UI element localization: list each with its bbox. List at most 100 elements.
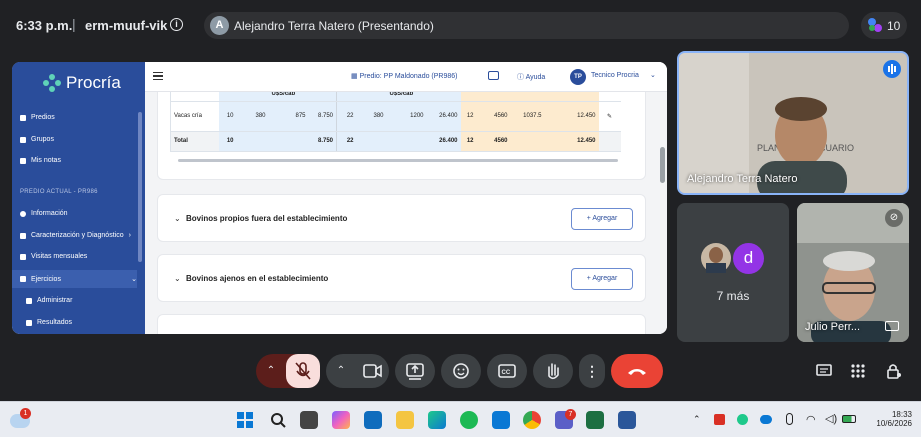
participant-video: PLAN CUARIO [679,53,907,193]
row-label: Vacas cría [170,101,219,132]
table-cell: 26.400 [426,101,461,132]
volume-icon[interactable]: ◁) [825,412,837,425]
tray-app-icon[interactable] [714,414,725,425]
participant-tile-more[interactable]: d 7 más [677,203,789,342]
tray-edge-icon[interactable] [737,414,748,425]
app-logo[interactable]: Procría [12,62,145,104]
sidebar-item-predios[interactable]: Predios [20,114,55,121]
chat-icon[interactable] [488,71,499,80]
search-icon[interactable] [269,411,287,429]
meeting-time: 6:33 p.m. [16,18,73,33]
chevron-up-icon[interactable]: ⌃ [326,354,356,388]
sidebar-item-label: Grupos [31,136,54,143]
user-avatar[interactable]: TP [570,69,586,85]
edit-icon[interactable]: ✎ [598,101,621,132]
presenter-pill[interactable]: A Alejandro Terra Natero (Presentando) [204,12,849,39]
battery-icon[interactable] [842,415,856,423]
chevron-down-icon[interactable]: ⌄ [174,274,181,283]
svg-text:CC: CC [502,370,511,376]
windows-taskbar: 1 7 ⌃ ◠ ◁) 18:33 10/6/2026 [0,401,921,437]
shared-screen: Procría Predios Grupos Mis notas PREDIO … [12,62,667,334]
presenter-avatar: A [210,16,229,35]
teams-badge: 7 [565,409,576,420]
predio-selector[interactable]: ▦ Predio: PP Maldonado (PR986) [351,72,458,80]
chrome-icon[interactable] [523,411,541,429]
chevron-up-icon[interactable]: ⌃ [256,354,286,388]
sidebar-item-grupos[interactable]: Grupos [20,136,54,143]
mic-toggle-button[interactable] [286,354,320,388]
chevron-down-icon[interactable]: ⌄ [174,214,181,223]
wifi-icon[interactable]: ◠ [806,413,816,426]
word-icon[interactable] [618,411,636,429]
column-header: U$S/cab [268,92,309,102]
sidebar-item-administrar[interactable]: Administrar [26,297,72,304]
store-icon[interactable] [364,411,382,429]
table-cell: 10 [218,101,237,132]
add-button[interactable]: + Agregar [571,208,633,230]
info-icon[interactable]: i [170,18,183,31]
onedrive-icon[interactable] [760,415,772,424]
activities-button[interactable] [850,363,866,379]
sidebar-item-label: Administrar [37,297,73,304]
file-explorer-icon[interactable] [396,411,414,429]
table-cell [236,131,269,152]
participant-tile-julio[interactable]: ⊘ Julio Perr... [797,203,909,342]
raise-hand-button[interactable] [533,354,573,388]
grid-icon [20,136,26,143]
copilot-icon[interactable] [332,411,350,429]
start-icon[interactable] [236,411,254,429]
pip-icon[interactable] [885,321,899,331]
sidebar-item-label: Visitas mensuales [31,253,88,260]
table-cell: 22 [336,131,357,152]
sidebar-item-resultados[interactable]: Resultados [26,319,72,326]
sidebar-item-informacion[interactable]: Información [20,210,68,217]
chevron-up-icon[interactable]: ⌃ [693,414,701,425]
table-cell: 22 [336,101,357,132]
participants-button[interactable]: 10 [861,12,907,39]
hang-up-icon [628,369,646,375]
sidebar-item-visitas[interactable]: Visitas mensuales [20,253,87,260]
microphone-icon[interactable] [786,413,793,425]
section-title[interactable]: Bovinos ajenos en el establecimiento [186,274,328,283]
sidebar-scrollbar[interactable] [138,112,142,262]
meeting-code: erm-muuf-vik [85,18,168,33]
table-cell: 10 [218,131,237,152]
section-card: ⌄ Bovinos propios fuera del establecimie… [157,194,646,242]
mic-off-icon [295,362,311,380]
spotify-icon[interactable] [460,411,478,429]
captions-button[interactable]: CC [487,354,527,388]
hamburger-menu-icon[interactable] [153,72,163,80]
participant-tile-main[interactable]: PLAN CUARIO Alejandro Terra Natero [677,51,909,195]
folder-icon [20,232,26,239]
sidebar-item-ejercicios[interactable]: Ejercicios ⌄ [20,275,137,283]
system-clock[interactable]: 18:33 10/6/2026 [870,410,912,428]
sidebar-item-mis-notas[interactable]: Mis notas [20,157,61,164]
table-cell: 12.450 [544,101,599,132]
help-link[interactable]: ⓘ Ayuda [517,72,545,82]
camera-toggle-button[interactable] [356,354,389,388]
table-row: U$S/cab U$S/cab [170,92,621,102]
sidebar-item-caracterizacion[interactable]: Caracterización y Diagnóstico › [20,232,131,239]
leave-call-button[interactable] [611,354,663,388]
host-controls-button[interactable] [885,362,903,380]
camera-icon [363,364,382,378]
section-title[interactable]: Bovinos propios fuera del establecimient… [186,214,347,223]
app-icon[interactable] [492,411,510,429]
table-horizontal-scrollbar[interactable] [178,159,618,162]
task-view-icon[interactable] [300,411,318,429]
add-button[interactable]: + Agregar [571,268,633,290]
reactions-button[interactable] [441,354,481,388]
chevron-right-icon: › [128,232,131,239]
sidebar-section-label: PREDIO ACTUAL - PR986 [20,189,98,195]
clock-time: 18:33 [891,410,912,419]
table-cell: 12 [460,101,477,132]
chevron-down-icon[interactable]: ⌄ [650,71,656,79]
user-name[interactable]: Tecnico Procria [591,72,639,79]
content-scrollbar[interactable] [660,147,665,183]
present-button[interactable] [395,354,435,388]
app-header: ▦ Predio: PP Maldonado (PR986) ⓘ Ayuda T… [145,62,667,92]
chat-button[interactable] [815,363,833,379]
more-options-button[interactable]: ⋮ [579,354,605,388]
excel-icon[interactable] [586,411,604,429]
edge-icon[interactable] [428,411,446,429]
